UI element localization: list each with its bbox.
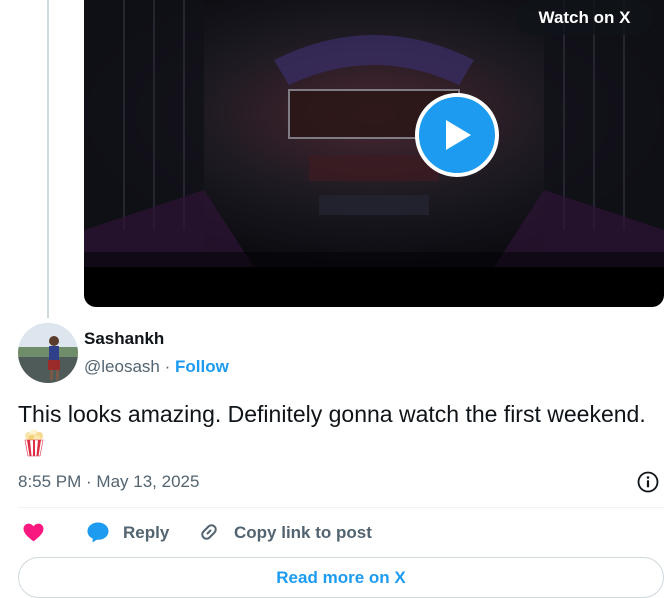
tweet-timestamp[interactable]: 8:55 PM · May 13, 2025 [18, 472, 199, 492]
link-icon[interactable] [197, 520, 221, 544]
author-handle[interactable]: @leosash [84, 357, 160, 376]
play-icon [446, 120, 471, 150]
heart-icon[interactable] [22, 521, 45, 544]
avatar-photo [18, 323, 78, 383]
reply-icon[interactable] [86, 520, 110, 544]
handle-separator: · [164, 357, 171, 376]
author-name[interactable]: Sashankh [84, 329, 164, 349]
author-handle-row: @leosash · Follow [84, 357, 229, 377]
read-more-button[interactable]: Read more on X [18, 557, 664, 598]
popcorn-icon [24, 429, 44, 457]
play-button[interactable] [415, 93, 499, 177]
info-icon[interactable] [637, 471, 659, 493]
copy-link-label[interactable]: Copy link to post [234, 523, 372, 543]
thread-connector-line [47, 0, 49, 318]
action-divider [18, 507, 664, 508]
follow-button[interactable]: Follow [175, 357, 229, 376]
tweet-text: This looks amazing. Definitely gonna wat… [18, 399, 648, 459]
video-thumbnail [84, 0, 664, 267]
tweet-body: This looks amazing. Definitely gonna wat… [18, 401, 646, 427]
embedded-video[interactable] [84, 0, 664, 307]
watch-on-x-button[interactable]: Watch on X [516, 0, 653, 35]
avatar[interactable] [18, 323, 78, 383]
reply-button-label[interactable]: Reply [123, 523, 169, 543]
